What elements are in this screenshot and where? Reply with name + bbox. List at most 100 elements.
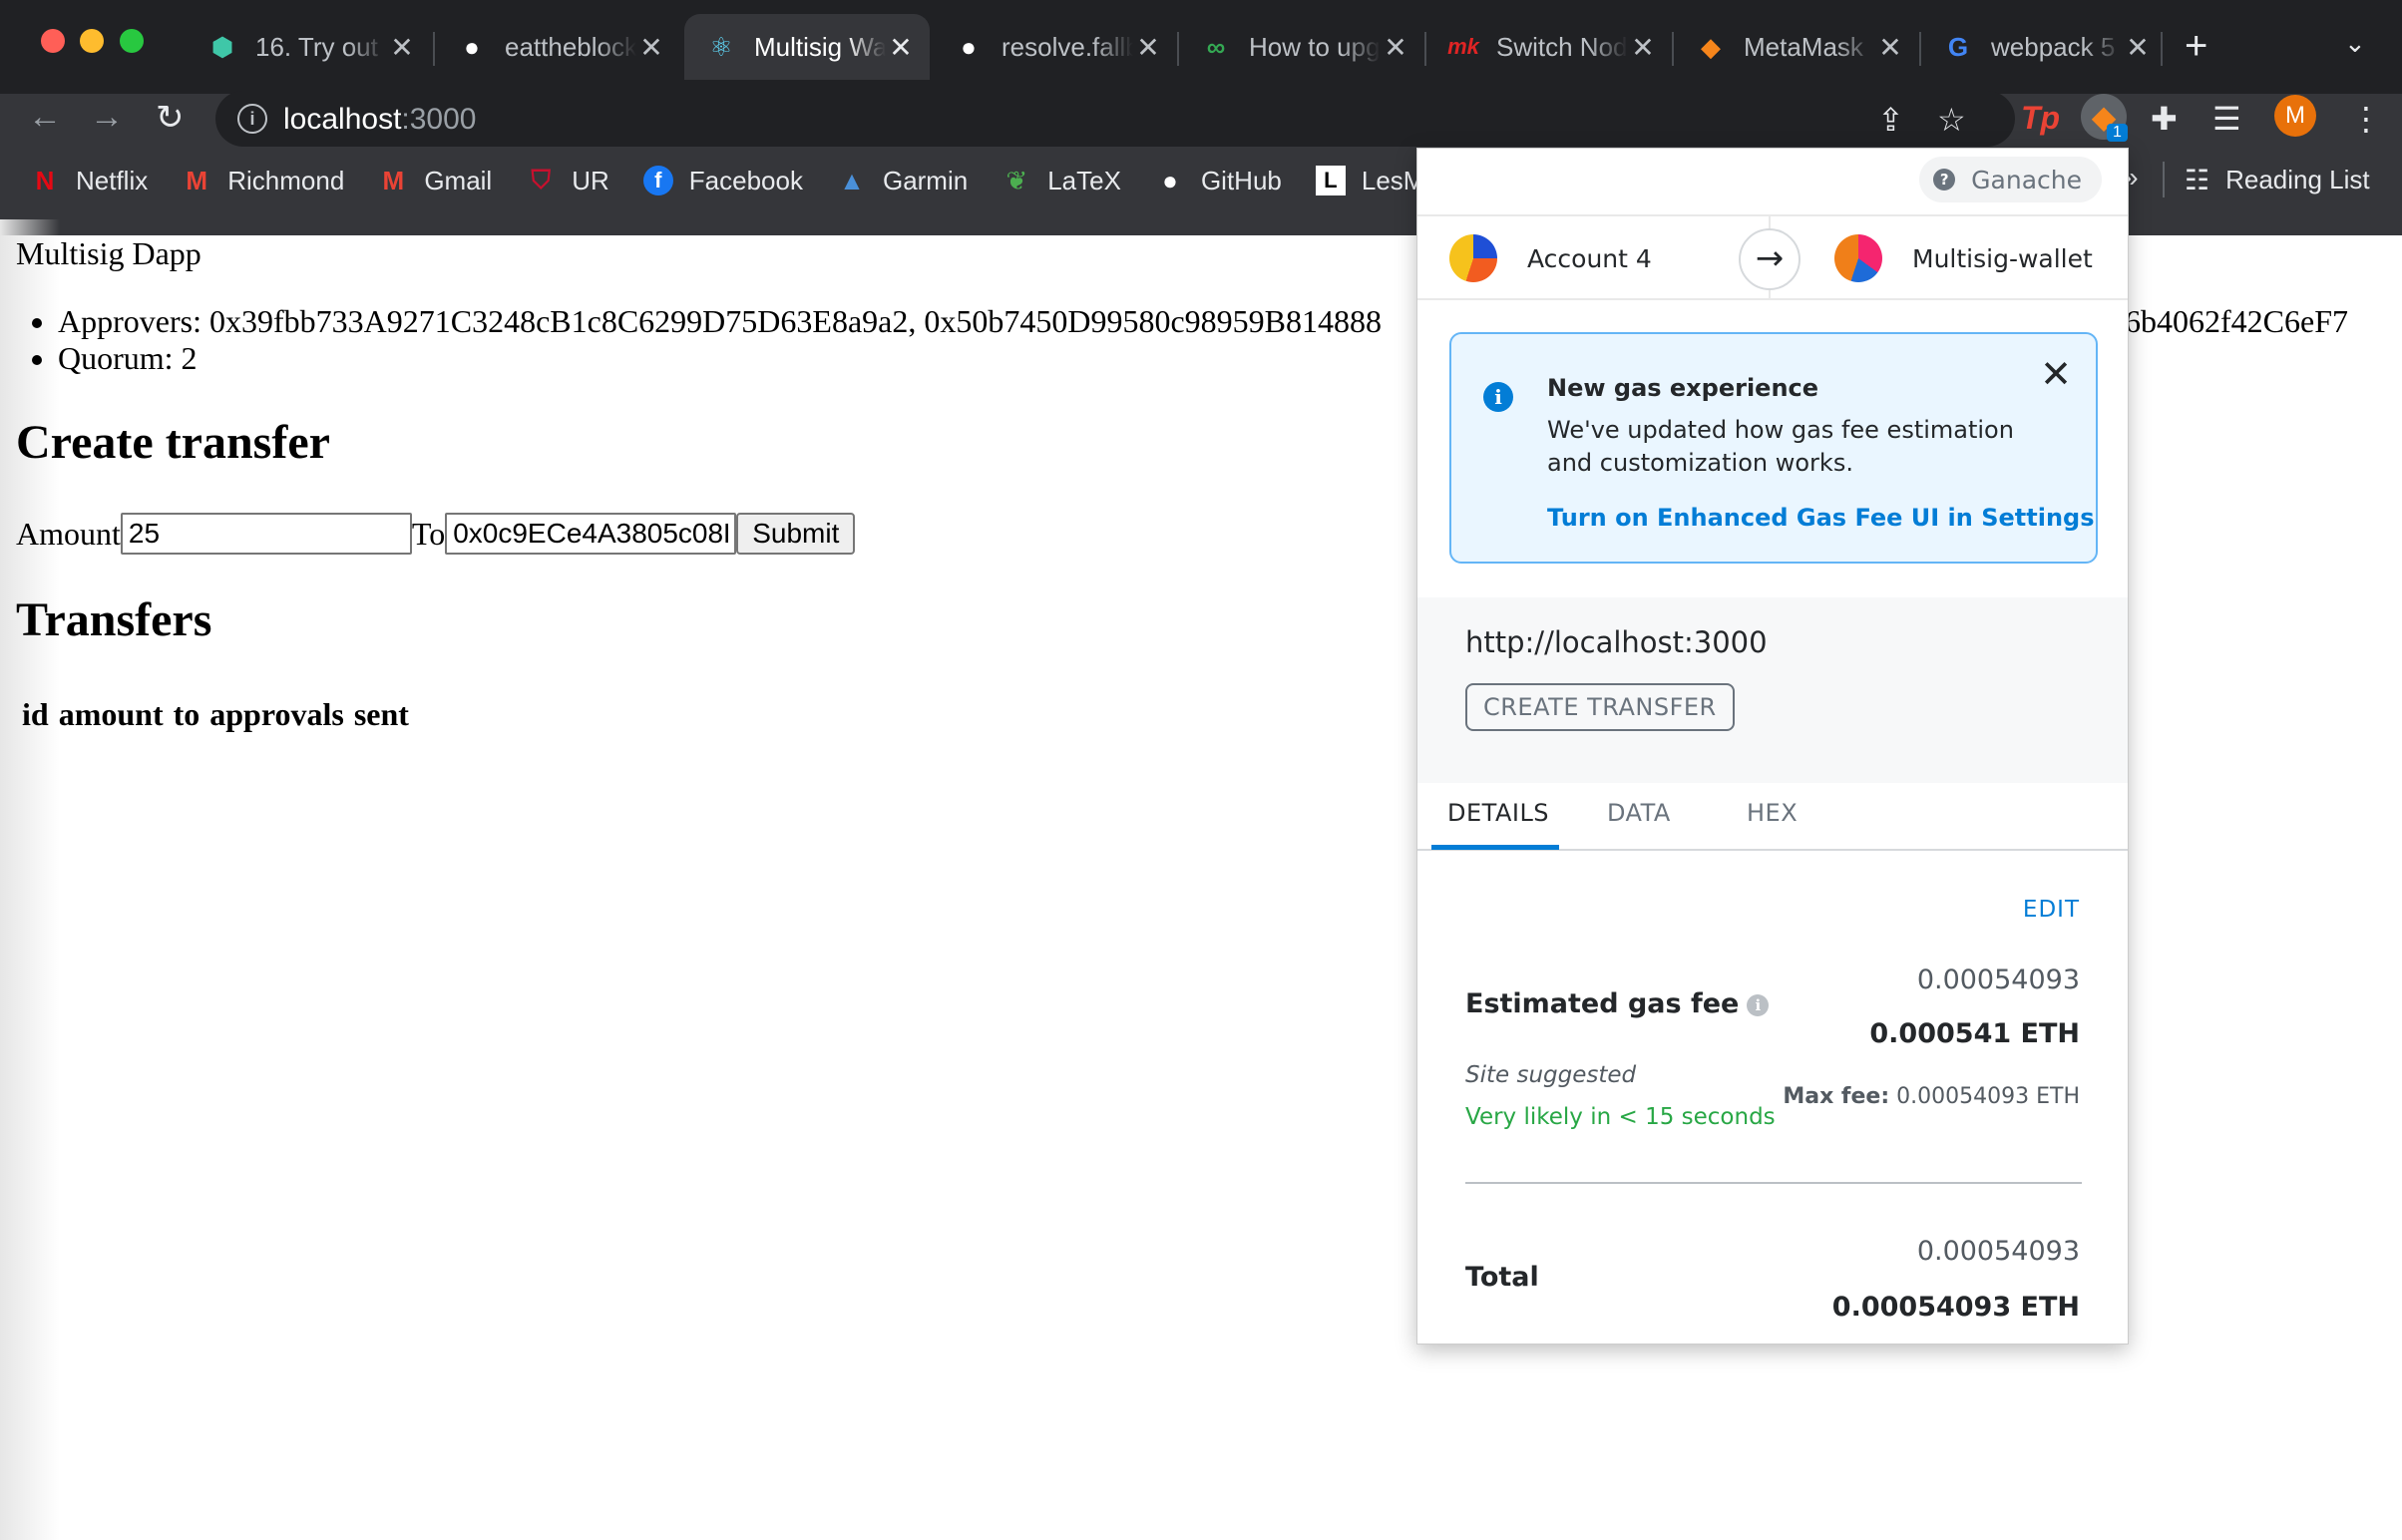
reading-list-button[interactable]: ☷ Reading List xyxy=(2185,164,2370,196)
details-tabs: DETAILS DATA HEX xyxy=(1417,783,2128,851)
active-tab-indicator xyxy=(1431,845,1559,850)
to-address-input[interactable] xyxy=(445,513,737,555)
bookmark-gmail[interactable]: M Gmail xyxy=(378,166,492,196)
gas-notice: i New gas experience We've updated how g… xyxy=(1449,332,2098,564)
transfer-form: Amount To Submit xyxy=(16,513,856,555)
close-tab-icon[interactable]: ✕ xyxy=(1628,31,1658,64)
new-tab-button[interactable]: + xyxy=(2185,24,2207,69)
submit-button[interactable]: Submit xyxy=(736,513,856,555)
info-tooltip-icon[interactable]: i xyxy=(1747,993,1770,1016)
column-header: approvals xyxy=(209,696,344,732)
extension-badge: 1 xyxy=(2107,124,2128,142)
account-avatar xyxy=(1834,234,1882,282)
tab-bar: ⬢ 16. Try out ✕ ● eattheblocks ✕ ⚛ Multi… xyxy=(0,0,2402,94)
react-icon: ⚛ xyxy=(709,31,733,62)
transfers-table-header: id amount to approvals sent xyxy=(22,696,409,733)
column-header: to xyxy=(173,696,200,732)
arrow-right-icon: → xyxy=(1739,228,1801,290)
lesmills-icon: L xyxy=(1315,166,1346,195)
reload-icon[interactable]: ↻ xyxy=(156,98,185,138)
bookmark-facebook[interactable]: f Facebook xyxy=(642,166,803,196)
transfers-heading: Transfers xyxy=(16,593,212,646)
info-icon: i xyxy=(1483,382,1513,412)
tab-multisig-wallet[interactable]: ⚛ Multisig Wallet ✕ xyxy=(684,14,930,80)
from-account[interactable]: Account 4 xyxy=(1449,216,1652,300)
shield-icon: ⛉ xyxy=(531,165,551,194)
close-tab-icon[interactable]: ✕ xyxy=(886,31,916,64)
close-tab-icon[interactable]: ✕ xyxy=(636,31,666,64)
address-bar[interactable]: i localhost:3000 ⇪ ☆ xyxy=(215,91,2015,147)
gmail-icon: M xyxy=(186,165,208,195)
mk-icon: mk xyxy=(1447,34,1479,59)
approvers-tail: 6b4062f42C6eF7 xyxy=(2125,303,2348,339)
close-window-button[interactable] xyxy=(41,29,65,53)
back-arrow-icon[interactable]: ← xyxy=(28,98,62,137)
create-transfer-heading: Create transfer xyxy=(16,416,330,469)
maximize-window-button[interactable] xyxy=(120,29,144,53)
tab-eattheblocks[interactable]: ● eattheblocks ✕ xyxy=(435,14,680,80)
bookmark-richmond[interactable]: M Richmond xyxy=(182,166,344,196)
tp-extension-icon[interactable]: Tp xyxy=(2021,100,2060,137)
notice-body: We've updated how gas fee estimation and… xyxy=(1547,416,2014,477)
account-avatar xyxy=(1449,234,1497,282)
share-icon[interactable]: ⇪ xyxy=(1877,101,1904,139)
gmail-icon: M xyxy=(382,165,405,195)
total-value: 0.00054093 xyxy=(1916,1236,2080,1267)
forward-arrow-icon[interactable]: → xyxy=(90,98,124,137)
site-info-icon[interactable]: i xyxy=(237,104,267,134)
github-icon: ● xyxy=(961,31,977,62)
link-icon: ∞ xyxy=(1206,31,1226,62)
edit-gas-button[interactable]: EDIT xyxy=(2023,897,2080,923)
bookmark-github[interactable]: ● GitHub xyxy=(1155,166,1282,196)
column-header: amount xyxy=(58,696,164,732)
tab-try-out[interactable]: ⬢ 16. Try out ✕ xyxy=(186,14,431,80)
minimize-window-button[interactable] xyxy=(80,29,104,53)
puzzle-extensions-icon[interactable]: ✚ xyxy=(2151,100,2178,138)
max-fee: Max fee: 0.00054093 ETH xyxy=(1783,1084,2080,1109)
to-label: To xyxy=(411,515,446,552)
profile-avatar[interactable]: M xyxy=(2274,95,2316,137)
gas-fee-eth: 0.000541 ETH xyxy=(1869,1018,2080,1049)
tab-search-chevron-icon[interactable]: ⌄ xyxy=(2344,28,2366,59)
gas-fee-value: 0.00054093 xyxy=(1916,964,2080,995)
close-tab-icon[interactable]: ✕ xyxy=(2123,31,2153,64)
enhanced-gas-settings-link[interactable]: Turn on Enhanced Gas Fee UI in Settings xyxy=(1547,504,2095,532)
media-queue-icon[interactable]: ☰ xyxy=(2212,100,2241,138)
url-host: localhost xyxy=(283,103,402,136)
likely-time-label: Very likely in < 15 seconds xyxy=(1465,1104,1776,1130)
close-icon[interactable]: ✕ xyxy=(2040,352,2072,396)
bookmarks-bar: N Netflix M Richmond M Gmail ⛉ UR f Facebook … xyxy=(0,160,1489,201)
close-tab-icon[interactable]: ✕ xyxy=(1875,31,1905,64)
bookmark-latex[interactable]: ❦ LaTeX xyxy=(1001,166,1121,196)
garmin-icon: ▲ xyxy=(839,165,865,195)
method-badge: CREATE TRANSFER xyxy=(1465,683,1735,731)
network-selector[interactable]: ? Ganache xyxy=(1919,157,2102,202)
tab-metamask[interactable]: ◆ MetaMask ✕ xyxy=(1674,14,1919,80)
bookmark-netflix[interactable]: N Netflix xyxy=(30,166,149,196)
to-account[interactable]: Multisig-wallet xyxy=(1834,216,2093,300)
sender-recipient-row: Account 4 → Multisig-wallet xyxy=(1417,216,2128,300)
tab-webpack[interactable]: G webpack 5 ✕ xyxy=(1921,14,2167,80)
amount-input[interactable] xyxy=(120,513,412,555)
metamask-popup: ? Ganache Account 4 → Multisig-wallet i … xyxy=(1416,148,2129,1345)
tab-how-to-upgrade[interactable]: ∞ How to upgrade ✕ xyxy=(1179,14,1424,80)
tab-resolve-fallback[interactable]: ● resolve.fallback ✕ xyxy=(932,14,1177,80)
close-tab-icon[interactable]: ✕ xyxy=(1133,31,1163,64)
quorum-item: Quorum: 2 xyxy=(58,340,1382,377)
origin-url: http://localhost:3000 xyxy=(1465,625,1768,659)
tab-switch-node[interactable]: mk Switch Node ✕ xyxy=(1426,14,1672,80)
github-icon: ● xyxy=(1162,165,1178,195)
column-header: id xyxy=(22,696,49,732)
bookmark-star-icon[interactable]: ☆ xyxy=(1937,101,1966,139)
facebook-icon: f xyxy=(642,166,673,195)
total-eth: 0.00054093 ETH xyxy=(1831,1292,2080,1323)
browser-menu-icon[interactable]: ⋮ xyxy=(2350,100,2382,138)
overleaf-icon: ❦ xyxy=(1005,165,1028,195)
bookmark-garmin[interactable]: ▲ Garmin xyxy=(837,166,968,196)
tab-details[interactable]: DETAILS xyxy=(1447,799,1549,827)
tab-data[interactable]: DATA xyxy=(1607,799,1671,827)
tab-hex[interactable]: HEX xyxy=(1747,799,1798,827)
close-tab-icon[interactable]: ✕ xyxy=(387,31,417,64)
close-tab-icon[interactable]: ✕ xyxy=(1381,31,1410,64)
bookmark-ur[interactable]: ⛉ UR xyxy=(526,165,608,196)
